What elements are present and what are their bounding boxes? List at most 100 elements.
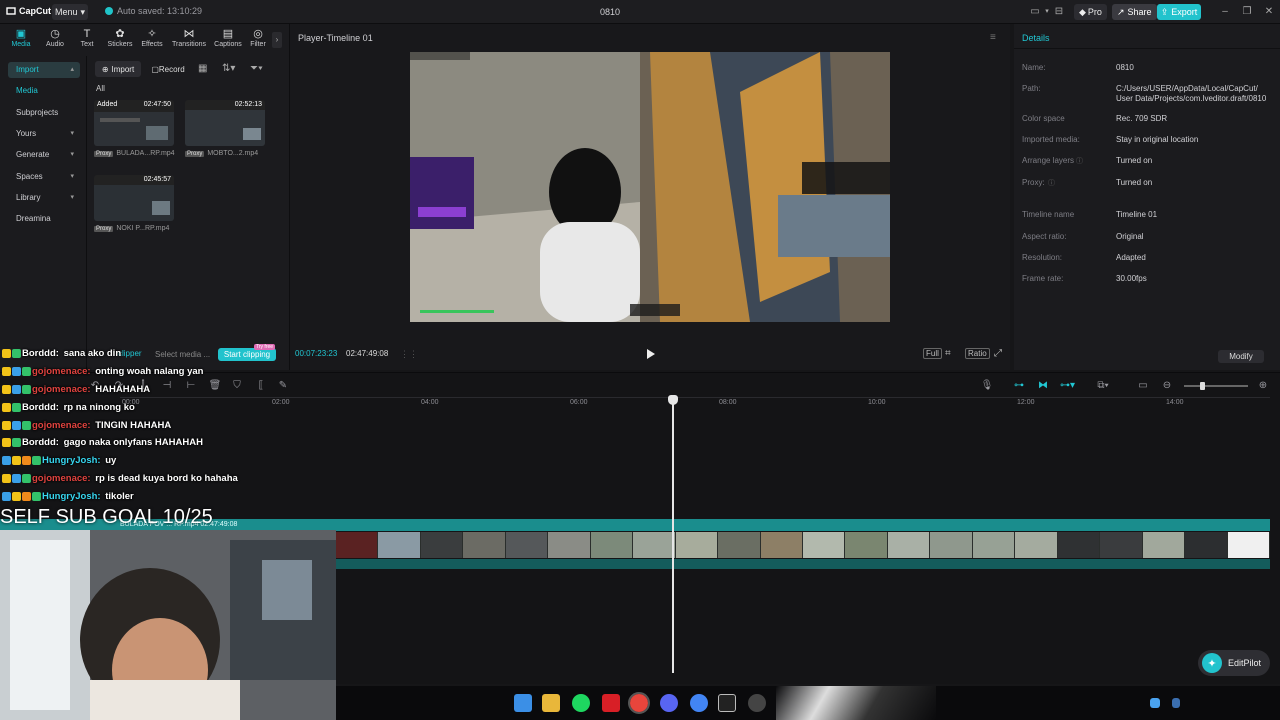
maximize-icon[interactable]: ❐ <box>1240 6 1254 18</box>
windows-start-icon[interactable] <box>514 694 532 712</box>
sidebar-item-generate[interactable]: Generate ▾ <box>8 147 80 163</box>
delete-icon[interactable]: 🗑 <box>208 379 222 393</box>
mic-tray-icon[interactable] <box>1172 698 1180 708</box>
plus-icon: ⊕ <box>101 64 109 74</box>
tab-effects[interactable]: ✧ Effects <box>135 28 169 52</box>
details-panel: Details Name: 0810 Path: C:/Users/USER/App… <box>1014 24 1280 370</box>
sidebar-item-dreamina[interactable]: Dreamina <box>8 211 80 227</box>
media-panel: ▣ Media ◷ Audio T Text ✿ Stickers ✧ Effects ⋈… <box>0 24 290 370</box>
chat-message: HungryJosh: tikoler <box>2 491 134 502</box>
transitions-icon: ⋈ <box>183 28 195 40</box>
discord-icon[interactable] <box>660 694 678 712</box>
caption-icon[interactable]: ▭ <box>1136 379 1150 393</box>
filter-icon[interactable]: ⏷▾ <box>250 63 263 74</box>
play-button[interactable] <box>644 348 656 360</box>
crop-icon[interactable]: ⟦ <box>254 379 268 393</box>
export-button[interactable]: ⇪ Export <box>1157 4 1201 20</box>
tab-text[interactable]: T Text <box>70 28 104 52</box>
modify-button[interactable]: Modify <box>1218 350 1264 363</box>
info-icon: ⓘ <box>1048 180 1055 187</box>
preview-axis-icon[interactable]: ⧉▾ <box>1096 379 1110 393</box>
effects-icon: ✧ <box>147 28 157 40</box>
fullscreen-icon[interactable]: ⤢ <box>994 348 1002 359</box>
chat-message: Borddd: sana ako din <box>2 348 121 359</box>
split-right-icon[interactable]: ⊢ <box>184 379 198 393</box>
zoom-in-icon[interactable]: ⊕ <box>1256 379 1270 393</box>
panel-divider <box>86 56 87 370</box>
title-bar: CapCut Menu ▾ Auto saved: 13:10:29 0810 ▭… <box>0 0 1280 24</box>
play-icon <box>647 349 655 359</box>
clip-thumbnails[interactable] <box>336 532 1270 558</box>
clipper-label: clipper <box>118 349 142 358</box>
tab-transitions[interactable]: ⋈ Transitions <box>172 28 206 52</box>
netflix-icon[interactable] <box>602 694 620 712</box>
webcam-image <box>0 530 336 720</box>
video-preview[interactable] <box>410 52 890 322</box>
sidebar-item-subprojects[interactable]: Subprojects <box>8 105 80 121</box>
zoom-out-icon[interactable]: ⊖ <box>1160 379 1174 393</box>
chrome-profile-icon[interactable] <box>690 694 708 712</box>
sidebar-item-yours[interactable]: Yours ▾ <box>8 126 80 142</box>
playhead[interactable] <box>672 395 674 673</box>
tab-audio[interactable]: ◷ Audio <box>38 28 72 52</box>
audio-icon: ◷ <box>50 28 60 40</box>
grid-view-icon[interactable]: ▦ <box>198 63 207 74</box>
microphone-icon[interactable]: 🎙 <box>980 379 994 393</box>
media-item[interactable]: 02:52:13 Proxy MOBTO...2.mp4 <box>185 100 265 157</box>
shortcut-icon[interactable]: ⊟ <box>1052 6 1066 18</box>
media-item[interactable]: 02:45:57 Proxy NOKI P...RP.mp4 <box>94 175 174 232</box>
tab-captions[interactable]: ▤ Captions <box>211 28 245 52</box>
main-track-magnet-icon[interactable]: ⊶ <box>1012 379 1026 393</box>
tabs-scroll-right-icon[interactable]: › <box>272 32 282 48</box>
chevron-down-icon: ▾ <box>70 194 74 201</box>
stickers-icon: ✿ <box>115 28 125 40</box>
file-explorer-icon[interactable] <box>542 694 560 712</box>
network-icon[interactable] <box>1150 698 1160 708</box>
select-media-hint[interactable]: Select media ... <box>155 350 210 359</box>
sidebar-item-import[interactable]: Import ▴ <box>8 62 80 78</box>
close-icon[interactable]: ✕ <box>1262 6 1276 18</box>
auto-snap-icon[interactable]: ⧓ <box>1036 379 1050 393</box>
editpilot-button[interactable]: ✦ EditPilot <box>1198 650 1270 676</box>
sub-goal-overlay: SELF SUB GOAL 10/25 <box>0 506 213 528</box>
pro-button[interactable]: ◆ Pro <box>1074 4 1107 20</box>
tab-filters[interactable]: ◎ Filter <box>246 28 270 52</box>
capcut-icon[interactable] <box>718 694 736 712</box>
tab-stickers[interactable]: ✿ Stickers <box>103 28 137 52</box>
sidebar-item-media[interactable]: Media <box>8 83 80 99</box>
minimize-icon[interactable]: – <box>1218 6 1232 18</box>
player-menu-icon[interactable]: ≡ <box>990 32 996 43</box>
split-left-icon[interactable]: ⊣ <box>160 379 174 393</box>
magic-icon[interactable]: ✎ <box>276 379 290 393</box>
sort-icon[interactable]: ⇅▾ <box>222 63 235 74</box>
zoom-slider-handle[interactable] <box>1200 382 1205 390</box>
media-item[interactable]: Added 02:47:50 Proxy BULADA...RP.mp4 <box>94 100 175 157</box>
diamond-icon: ◆ <box>1079 6 1086 17</box>
media-thumbnail: 02:52:13 <box>185 100 265 146</box>
chat-message: HungryJosh: uy <box>2 455 116 466</box>
chat-message: gojomenace: HAHAHAHA <box>2 384 150 395</box>
screenshot-icon[interactable]: ⌗ <box>945 348 951 359</box>
obs-icon[interactable] <box>748 694 766 712</box>
sidebar-item-library[interactable]: Library ▾ <box>8 190 80 206</box>
editpilot-icon: ✦ <box>1202 653 1222 673</box>
spotify-icon[interactable] <box>572 694 590 712</box>
captions-icon: ▤ <box>222 28 234 40</box>
shield-icon[interactable]: ⛉ <box>230 379 244 393</box>
record-button[interactable]: ▢ Record <box>148 61 188 77</box>
sidebar-item-spaces[interactable]: Spaces ▾ <box>8 169 80 185</box>
details-divider <box>1014 48 1280 49</box>
import-button[interactable]: ⊕ Import <box>95 61 141 77</box>
share-button[interactable]: ↗ Share <box>1112 4 1157 20</box>
linkage-icon[interactable]: ⊶▾ <box>1060 379 1075 393</box>
full-quality-button[interactable]: Full <box>923 348 942 359</box>
ratio-button[interactable]: Ratio <box>965 348 990 359</box>
zoom-slider[interactable] <box>1184 385 1248 387</box>
tab-media[interactable]: ▣ Media <box>4 28 38 52</box>
playhead-handle[interactable] <box>668 395 678 405</box>
ruler-label: 14:00 <box>1166 399 1184 406</box>
chat-message: gojomenace: TINGIN HAHAHA <box>2 420 171 431</box>
chrome-icon[interactable] <box>628 692 650 714</box>
total-duration: 02:47:49:08 <box>346 349 389 358</box>
share-icon: ↗ <box>1117 6 1125 17</box>
